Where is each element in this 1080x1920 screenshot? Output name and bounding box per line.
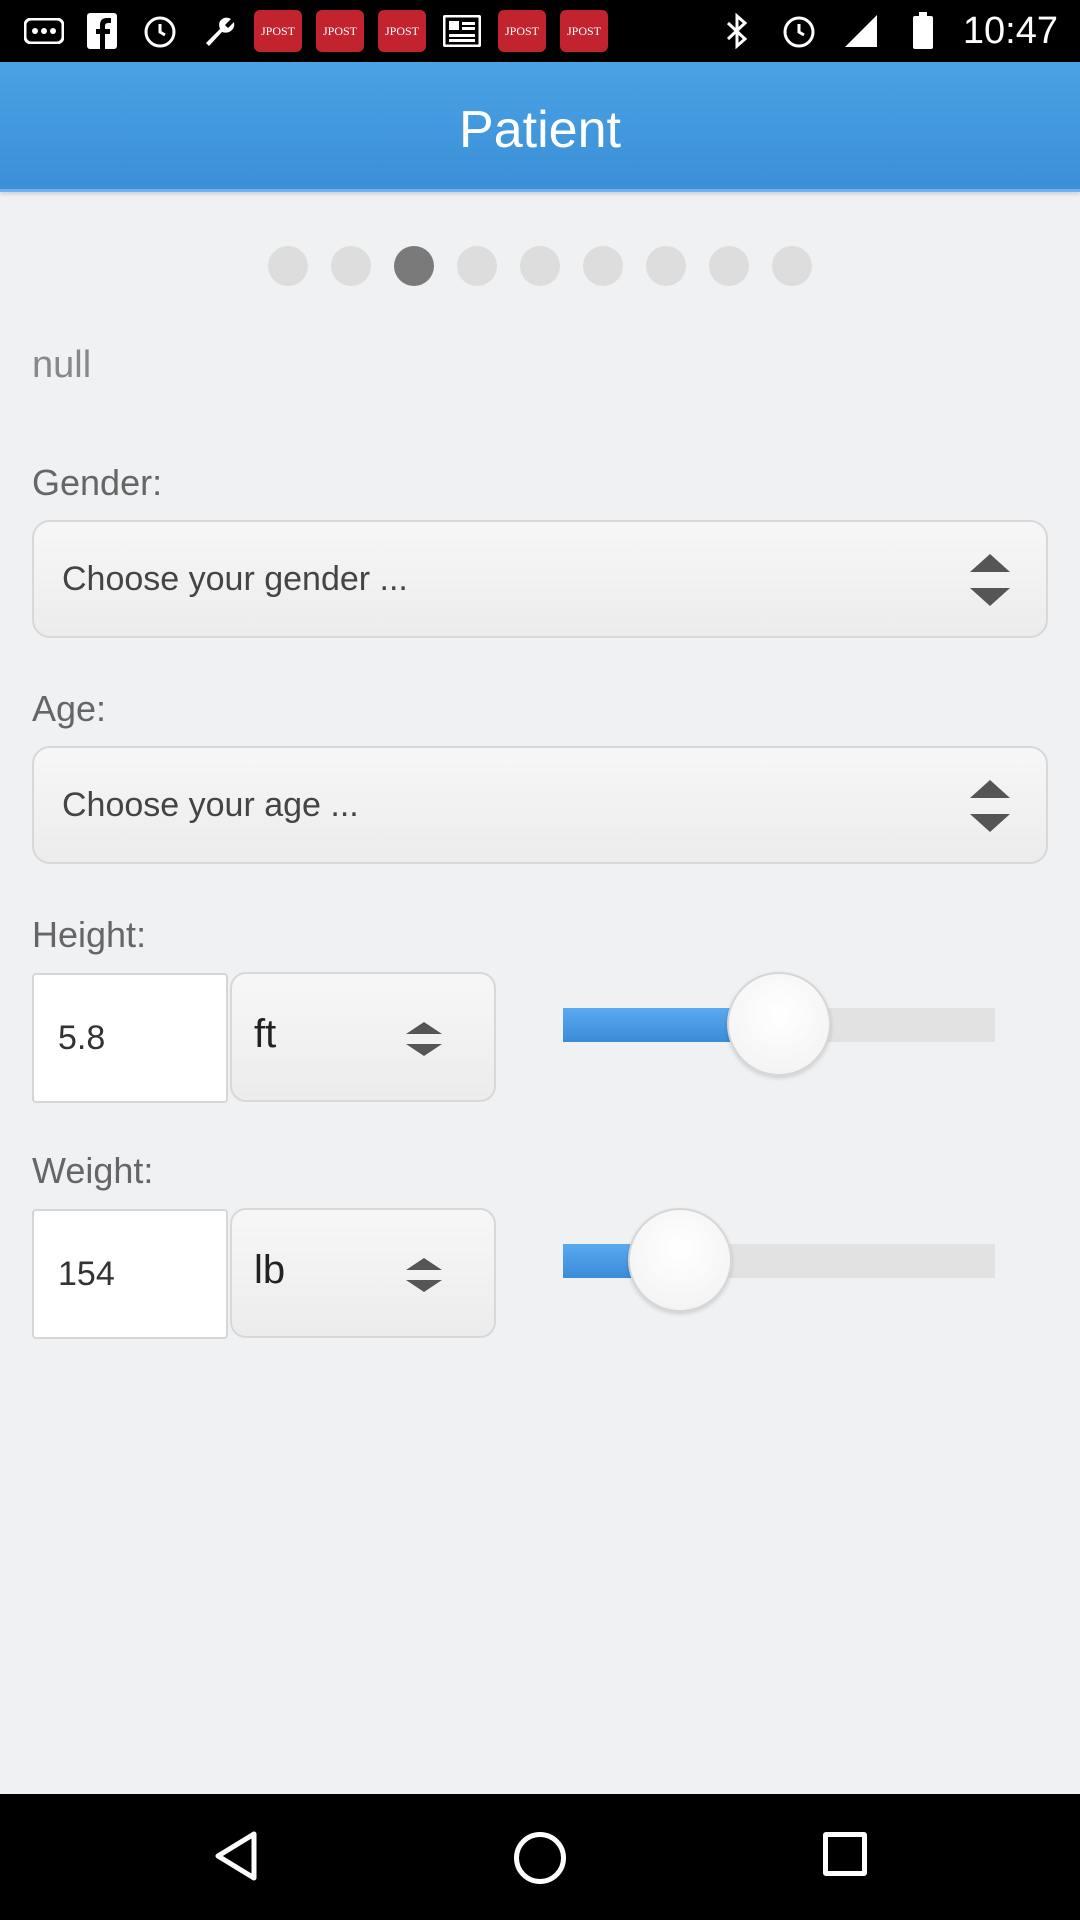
facebook-icon [80,11,124,51]
wrench-icon [196,11,240,51]
app-header: Patient [0,62,1080,192]
page-dot [709,246,749,286]
page-indicator [0,246,1080,286]
page-dot [520,246,560,286]
weight-unit-select[interactable]: lb [230,1208,496,1338]
recent-apps-icon[interactable] [823,1832,867,1876]
page-dot [457,246,497,286]
patient-name: null [32,344,92,386]
back-icon[interactable] [210,1828,266,1884]
bluetooth-icon [715,11,759,51]
height-input[interactable]: 5.8 [32,973,228,1103]
alarm-icon [777,11,821,51]
clock-time: 10:47 [962,9,1058,52]
age-select-placeholder: Choose your age ... [62,786,359,824]
jpost-icon: JPOST [378,10,426,52]
weight-slider-thumb[interactable] [628,1208,732,1312]
select-arrows-icon [406,1258,442,1292]
age-select[interactable]: Choose your age ... [32,746,1048,864]
gender-select-placeholder: Choose your gender ... [62,560,408,598]
weight-input[interactable]: 154 [32,1209,228,1339]
page-dot [268,246,308,286]
page-dot [646,246,686,286]
battery-icon [901,11,945,51]
height-unit: ft [254,1012,277,1056]
height-label: Height: [32,914,147,955]
page-dot [772,246,812,286]
select-arrows-icon [970,780,1010,832]
jpost-icon: JPOST [254,10,302,52]
height-value: 5.8 [58,1019,106,1057]
page-dot [331,246,371,286]
alarm-icon [138,11,182,51]
height-unit-select[interactable]: ft [230,972,496,1102]
jpost-icon: JPOST [316,10,364,52]
weight-unit: lb [254,1248,286,1292]
page-dot [394,246,434,286]
select-arrows-icon [970,554,1010,606]
jpost-icon: JPOST [560,10,608,52]
newspaper-icon [440,11,484,51]
weight-value: 154 [58,1255,115,1293]
age-label: Age: [32,688,107,729]
gender-select[interactable]: Choose your gender ... [32,520,1048,638]
navigation-bar [0,1794,1080,1920]
page-dot [583,246,623,286]
page-title: Patient [459,101,621,159]
status-bar: JPOST JPOST JPOST JPOST JPOST 10:47 [0,0,1080,62]
home-icon[interactable] [514,1832,566,1884]
weight-label: Weight: [32,1150,154,1191]
more-icon [22,11,66,51]
jpost-icon: JPOST [498,10,546,52]
select-arrows-icon [406,1022,442,1056]
gender-label: Gender: [32,462,163,503]
signal-icon [839,11,883,51]
height-slider-thumb[interactable] [727,972,831,1076]
